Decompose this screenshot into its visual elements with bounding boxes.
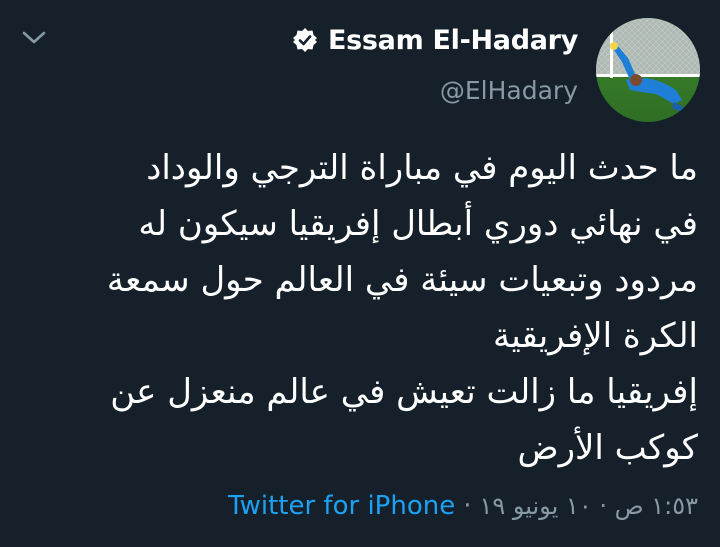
tweet-text-line: الكرة الإفريقية <box>493 316 698 356</box>
author-names: Essam El-Hadary @ElHadary <box>292 20 578 105</box>
tweet-card: Essam El-Hadary @ElHadary ما حدث اليوم ف… <box>0 0 720 547</box>
timestamp[interactable]: ١:٥٣ ص · ١٠ يونيو ١٩ <box>479 492 698 520</box>
tweet-text-line: في نهائي دوري أبطال إفريقيا سيكون له <box>138 204 698 244</box>
tweet-text-line: مردود وتبعيات سيئة في العالم حول سمعة <box>106 260 698 300</box>
avatar[interactable] <box>596 18 700 122</box>
display-name: Essam El-Hadary <box>327 24 578 56</box>
tweet-text-line: ما حدث اليوم في مباراة الترجي والوداد <box>146 148 698 188</box>
user-handle[interactable]: @ElHadary <box>440 76 578 105</box>
tweet-text: ما حدث اليوم في مباراة الترجي والوداد في… <box>18 140 698 476</box>
tweet-text-line: إفريقيا ما زالت تعيش في عالم منعزل عن <box>110 372 698 412</box>
meta-separator: · <box>463 491 472 521</box>
goalkeeper-avatar-image <box>596 18 700 122</box>
tweet-header: Essam El-Hadary @ElHadary <box>292 10 700 122</box>
tweet-text-line: كوكب الأرض <box>517 428 699 468</box>
tweet-meta: Twitter for iPhone · ١:٥٣ ص · ١٠ يونيو ١… <box>228 486 698 526</box>
verified-badge-icon <box>292 27 318 53</box>
source-link[interactable]: Twitter for iPhone <box>228 491 455 521</box>
chevron-down-icon[interactable] <box>18 22 50 54</box>
display-name-row[interactable]: Essam El-Hadary <box>292 20 578 60</box>
